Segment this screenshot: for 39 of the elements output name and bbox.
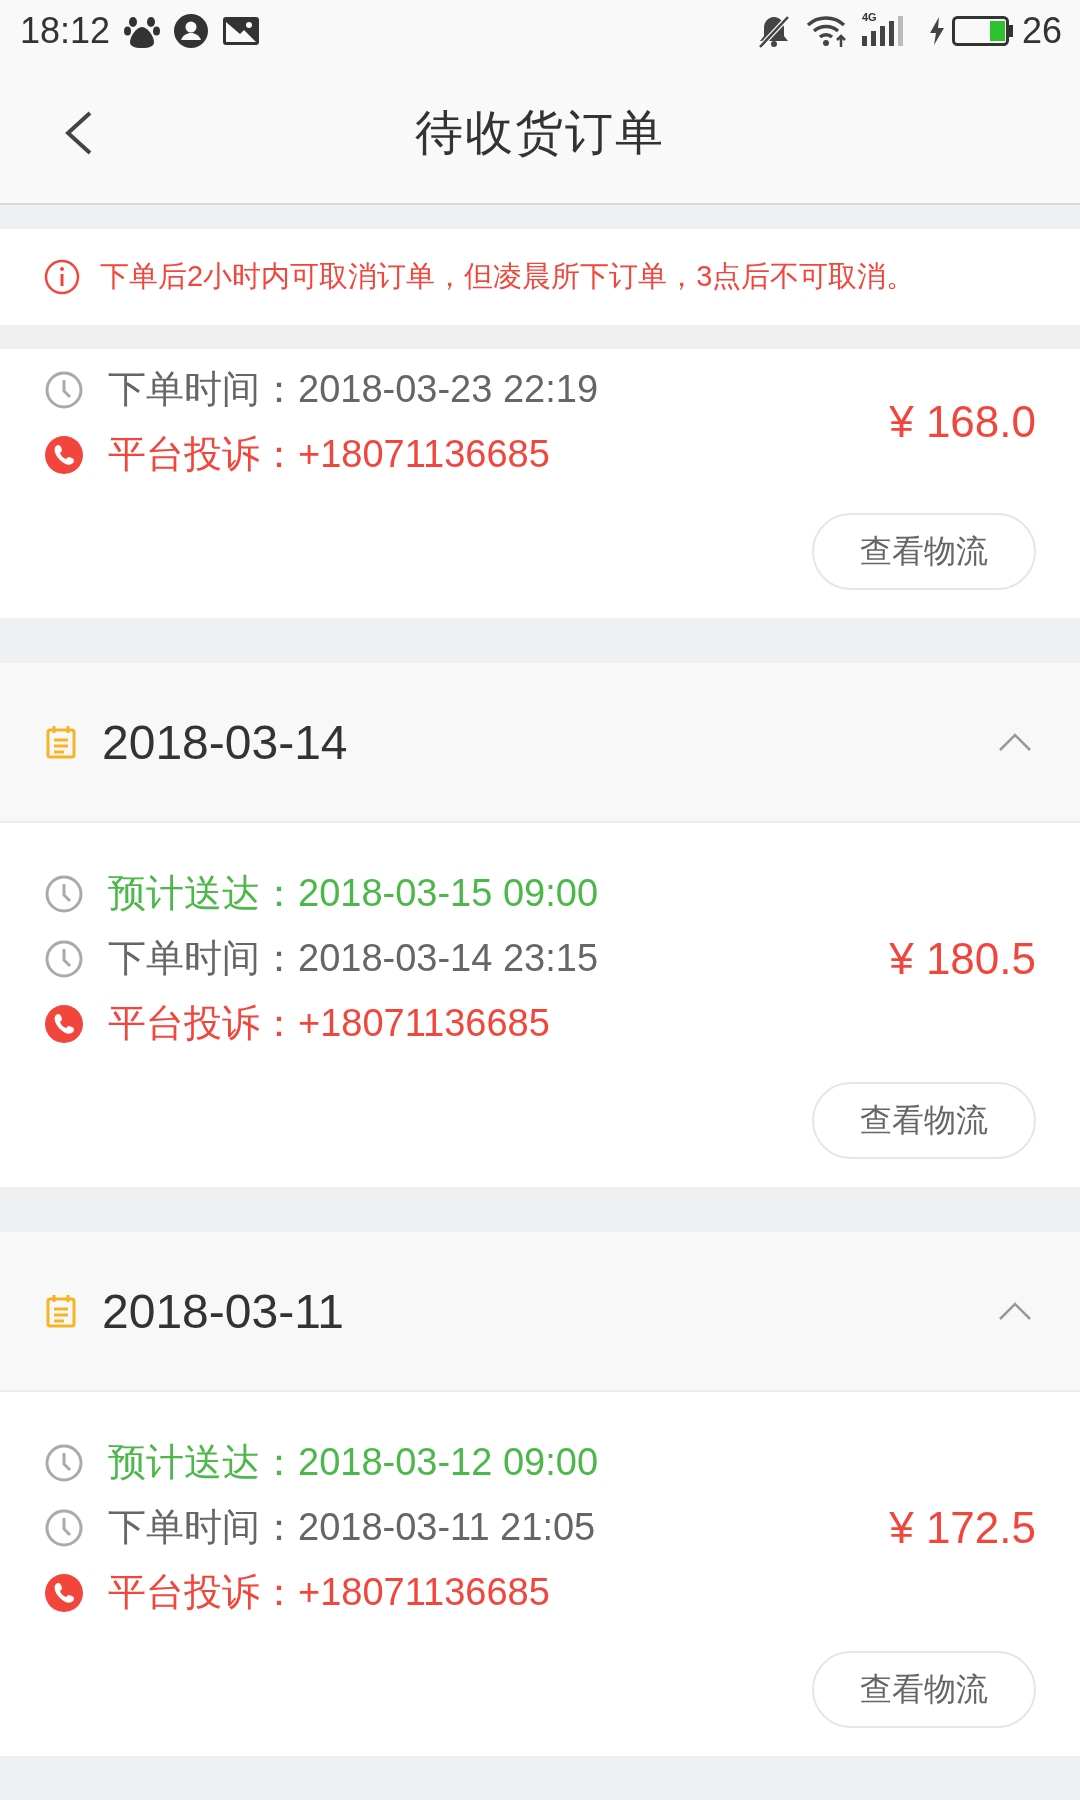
order-date: 2018-03-11 [102, 1283, 345, 1339]
calendar-icon [46, 1294, 76, 1328]
complaint-phone: 平台投诉：+18071136685 [108, 1001, 550, 1046]
complaint-phone: 平台投诉：+18071136685 [108, 1570, 550, 1615]
logistics-button[interactable]: 查看物流 [812, 1082, 1036, 1159]
order-time: 下单时间：2018-03-23 22:19 [108, 367, 599, 412]
battery-percent: 26 [1021, 10, 1062, 52]
delivery-time: 预计送达：2018-03-12 09:00 [108, 1440, 599, 1485]
paw-icon [124, 14, 161, 48]
order-price: ¥ 172.5 [889, 1501, 1036, 1553]
order-price: ¥ 180.5 [889, 932, 1036, 984]
order-date: 2018-03-14 [102, 714, 349, 770]
logistics-button[interactable]: 查看物流 [812, 513, 1036, 590]
clock-icon [44, 1507, 84, 1548]
info-icon [44, 259, 80, 295]
logistics-button[interactable]: 查看物流 [812, 1651, 1036, 1728]
page-title: 待收货订单 [415, 104, 665, 161]
calendar-icon [46, 725, 76, 759]
order-time: 下单时间：2018-03-14 23:15 [108, 936, 599, 981]
battery-icon [951, 16, 1014, 46]
network-type: 4G [861, 12, 877, 23]
delivery-time: 预计送达：2018-03-15 09:00 [108, 871, 599, 916]
notice-text: 下单后2小时内可取消订单，但凌晨所下订单，3点后不可取消。 [100, 259, 916, 294]
phone-icon [44, 1572, 84, 1613]
complaint-phone: 平台投诉：+18071136685 [108, 432, 550, 477]
clock-time: 18:12 [20, 10, 111, 52]
charging-icon [927, 16, 946, 46]
clock-icon [44, 938, 84, 979]
account-icon [174, 14, 209, 48]
order-time: 下单时间：2018-03-11 21:05 [108, 1505, 596, 1550]
phone-icon [44, 434, 84, 475]
clock-icon [44, 873, 84, 914]
clock-icon [44, 369, 84, 410]
wifi-icon [805, 14, 848, 48]
image-icon [222, 16, 261, 46]
signal-icon [861, 14, 906, 48]
clock-icon [44, 1442, 84, 1483]
phone-icon [44, 1003, 84, 1044]
order-price: ¥ 168.0 [889, 396, 1036, 447]
